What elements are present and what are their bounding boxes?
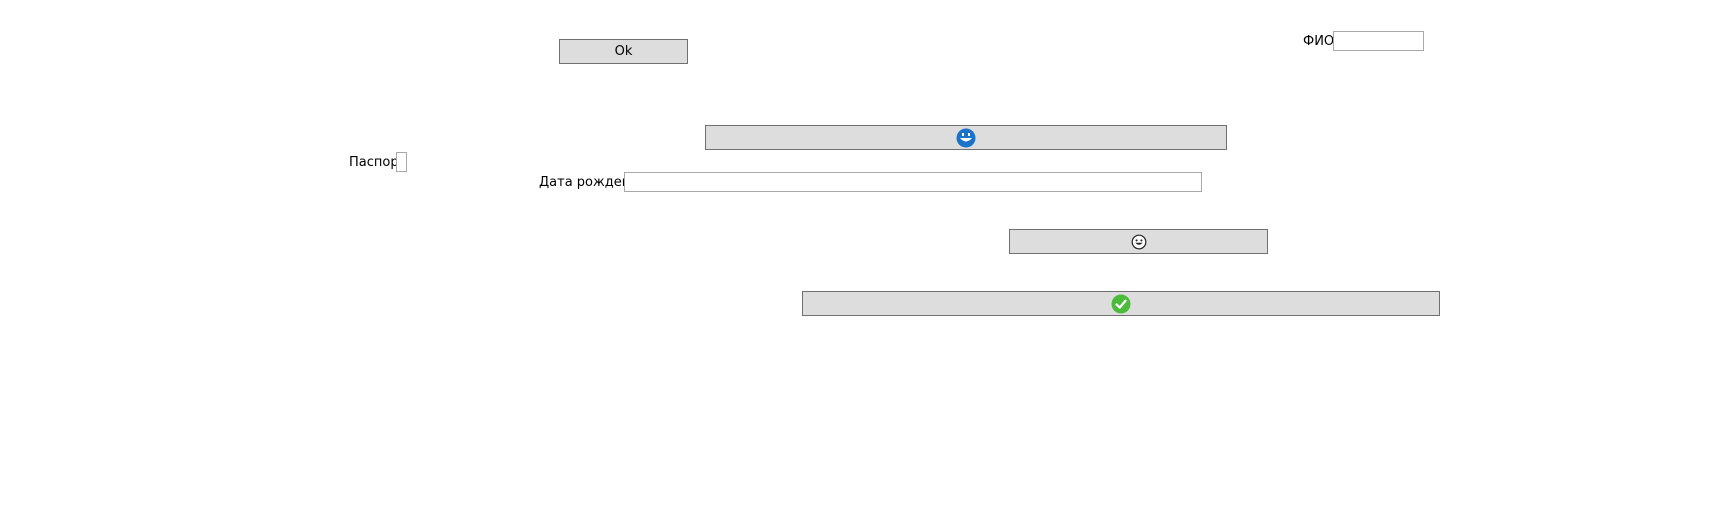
- fio-input[interactable]: [1333, 31, 1424, 51]
- grinning-face-button[interactable]: [1009, 229, 1268, 254]
- ok-button[interactable]: Ok: [559, 39, 688, 64]
- blue-face-button[interactable]: [705, 125, 1227, 150]
- passport-input[interactable]: [396, 152, 407, 172]
- grinning-face-icon: [1131, 234, 1146, 249]
- fio-label: ФИО: [1303, 34, 1335, 49]
- check-circle-icon: [1111, 294, 1131, 313]
- blue-face-icon: [956, 128, 976, 147]
- confirm-button[interactable]: [802, 291, 1440, 316]
- birth-date-input[interactable]: [624, 172, 1202, 192]
